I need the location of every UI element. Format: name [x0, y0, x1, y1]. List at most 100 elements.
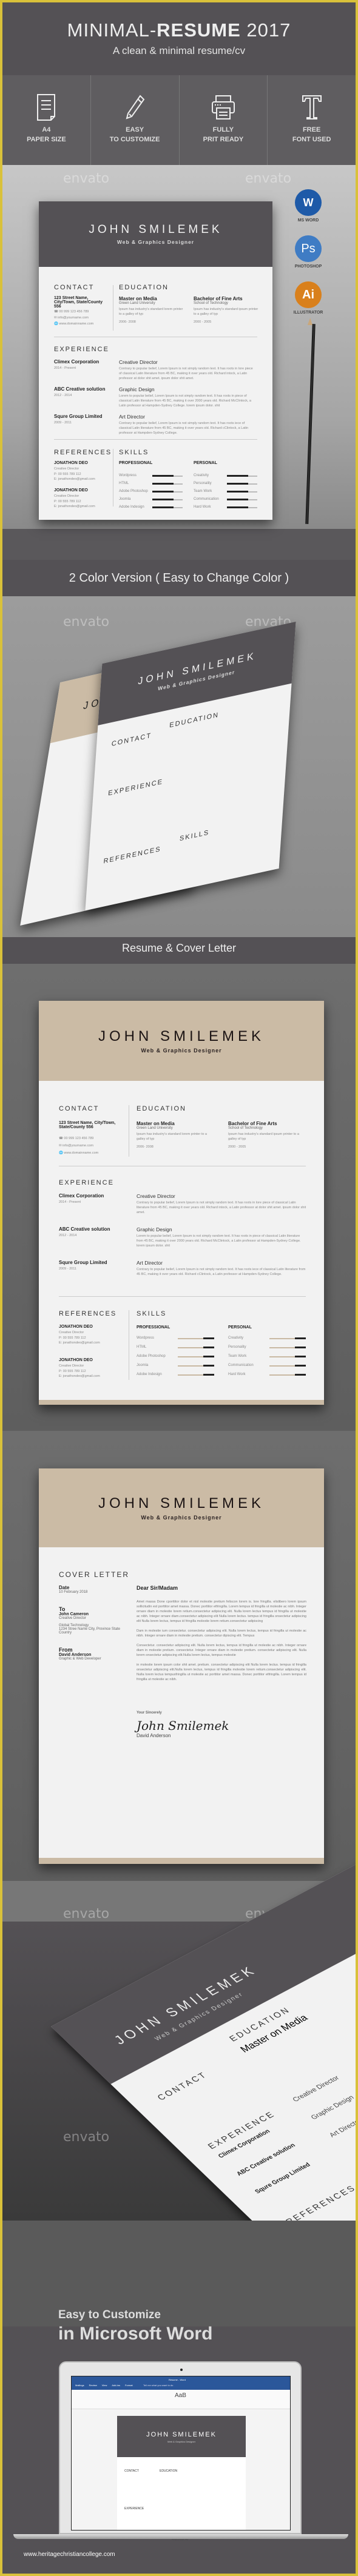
- ref-email: E: jonathondeo@gmail.com: [54, 477, 95, 481]
- skill-name: Adobe Indesign: [119, 505, 144, 509]
- phone-text: 00 999 123 456 789: [59, 310, 89, 314]
- role: Art Director: [119, 414, 145, 420]
- years: 2000 - 2005: [228, 1145, 246, 1149]
- contact-email: ✉ info@yourname.com: [59, 1144, 93, 1148]
- resume-header: [51, 1849, 356, 2084]
- feature-line2: FONT USED: [292, 136, 331, 143]
- contact-heading: CONTACT: [111, 731, 152, 748]
- resume-page-gray: JOHN SMILEMEK Web & Graphics Designer CO…: [39, 201, 272, 520]
- ribbon-tab[interactable]: Format: [125, 2384, 133, 2387]
- education-item: Bachelor of Fine Arts School of Technolo…: [194, 296, 260, 325]
- role: Creative Director: [119, 359, 158, 365]
- degree: Master on Media: [119, 296, 157, 301]
- feature-a4: A4 PAPER SIZE: [2, 75, 91, 165]
- doc-experience[interactable]: EXPERIENCE: [124, 2507, 144, 2510]
- cover-letter-heading: COVER LETTER: [59, 1570, 130, 1579]
- skill-fill: [203, 1337, 214, 1339]
- skill-fill: [295, 1356, 306, 1357]
- contact-phone: ☎ 00 999 123 456 789: [59, 1137, 94, 1140]
- ribbon-tab[interactable]: Add-ins: [112, 2384, 120, 2387]
- divider: [54, 439, 257, 440]
- doc-education[interactable]: EDUCATION: [160, 2469, 177, 2473]
- doc-title[interactable]: Web & Graphics Designer: [117, 2440, 246, 2443]
- ref-role: Creative Director: [59, 1331, 84, 1334]
- footer-url[interactable]: www.heritagechristiancollege.com: [24, 2551, 115, 2558]
- skill-name: Wordpress: [137, 1336, 154, 1340]
- closing: Your Sincerely: [137, 1711, 162, 1715]
- ribbon-tab[interactable]: Review: [89, 2384, 97, 2387]
- skill-fill: [152, 506, 174, 508]
- doc-contact[interactable]: CONTACT: [124, 2469, 139, 2473]
- desc: Ipsum has industry's standard lorem prin…: [119, 308, 183, 316]
- resume-name: JOHN SMILEMEK: [98, 1028, 265, 1044]
- skill-fill: [203, 1347, 214, 1348]
- skill-fill: [203, 1365, 214, 1367]
- ref-name: JONATHON DEO: [59, 1358, 93, 1362]
- school: Green Land University: [119, 301, 155, 305]
- resume-title: Web & Graphics Designer: [117, 239, 195, 245]
- skill-fill: [295, 1374, 306, 1376]
- company: Squre Group Limited: [54, 414, 103, 419]
- feature-label: FREE FONT USED: [268, 125, 356, 144]
- desc: Ipsum has industry's standard ipsum prin…: [228, 1132, 299, 1141]
- ribbon-tab-list: Mailings Review View Add-ins Format: [75, 2384, 133, 2387]
- signature: John Smilemek: [137, 1718, 229, 1733]
- company: Squre Group Limited: [59, 1260, 107, 1265]
- personal-heading: PERSONAL: [228, 1325, 252, 1330]
- ref-role: Creative Director: [54, 494, 79, 498]
- footer-strip: [39, 1858, 324, 1864]
- degree: Bachelor of Fine Arts: [194, 296, 243, 301]
- doc-name[interactable]: JOHN SMILEMEK: [117, 2431, 246, 2438]
- skill-name: Joomla: [119, 497, 131, 501]
- illustrator-icon: Ai: [295, 281, 322, 308]
- contact-web: 🌐 www.domainname.com: [54, 322, 94, 326]
- education-item: Bachelor of Fine Arts School of Technolo…: [228, 1121, 307, 1149]
- from-name: David Anderson: [59, 1653, 92, 1657]
- resume-preview-section: envato envato JOHN SMILEMEK Web & Graphi…: [2, 165, 356, 529]
- date-label: Date: [59, 1585, 70, 1590]
- skill-name: Communication: [228, 1364, 254, 1367]
- school: School of Technology: [194, 301, 228, 305]
- email-text: info@yourname.com: [58, 316, 89, 320]
- style-sample[interactable]: AaB: [175, 2392, 186, 2399]
- document-icon: [37, 94, 56, 121]
- education-heading: EDUCATION: [137, 1105, 186, 1112]
- references-heading: REFERENCES: [283, 2183, 356, 2226]
- resume-header: JOHN SMILEMEK Web & Graphics Designer: [39, 201, 272, 267]
- ribbon-tab[interactable]: Mailings: [75, 2384, 84, 2387]
- years: 2012 - 2014: [54, 394, 72, 397]
- title-year: 2017: [240, 19, 291, 41]
- signer-name: David Anderson: [137, 1733, 171, 1738]
- company: Climex Corporation: [54, 359, 100, 365]
- degree: Master on Media: [137, 1121, 175, 1126]
- skill-name: Personality: [228, 1345, 246, 1349]
- contact-web: 🌐 www.domainname.com: [59, 1151, 99, 1155]
- resume-body: CONTACT 123 Street Name, City/Town, Stat…: [39, 1081, 324, 1400]
- years: 2000 - 2005: [194, 320, 212, 324]
- role-desc: Lorem to popular belief, Lorem Ipsum is …: [137, 1234, 301, 1248]
- tell-me-search[interactable]: Tell me what you want to do: [143, 2384, 173, 2387]
- from-label: From: [59, 1647, 73, 1653]
- contact-heading: CONTACT: [59, 1105, 100, 1112]
- ribbon-tab[interactable]: View: [102, 2384, 107, 2387]
- role: Creative Director: [291, 2074, 341, 2104]
- word-document: JOHN SMILEMEK Web & Graphics Designer CO…: [117, 2416, 246, 2530]
- ms-word-label: MS WORD: [297, 218, 319, 223]
- pencil-prop: [305, 324, 316, 524]
- feature-line2: PAPER SIZE: [27, 136, 66, 143]
- feature-line1: A4: [42, 126, 51, 133]
- skill-fill: [152, 483, 174, 485]
- role: Graphic Design: [119, 386, 155, 392]
- ref-phone: P: 00 555 789 112: [59, 1370, 86, 1373]
- skill-fill: [227, 506, 248, 508]
- email-text: info@yourname.com: [62, 1144, 93, 1148]
- to-label: To: [59, 1606, 66, 1612]
- skill-fill: [152, 475, 174, 477]
- word-ribbon: AaB: [72, 2390, 290, 2409]
- skill-name: Adobe Photoshop: [137, 1354, 166, 1358]
- school: School of Technology: [228, 1126, 263, 1130]
- skill-name: Wordpress: [119, 474, 137, 477]
- feature-label: EASY TO CUSTOMIZE: [91, 125, 179, 144]
- years: 2009 - 2011: [54, 421, 72, 425]
- degree: Bachelor of Fine Arts: [228, 1121, 277, 1126]
